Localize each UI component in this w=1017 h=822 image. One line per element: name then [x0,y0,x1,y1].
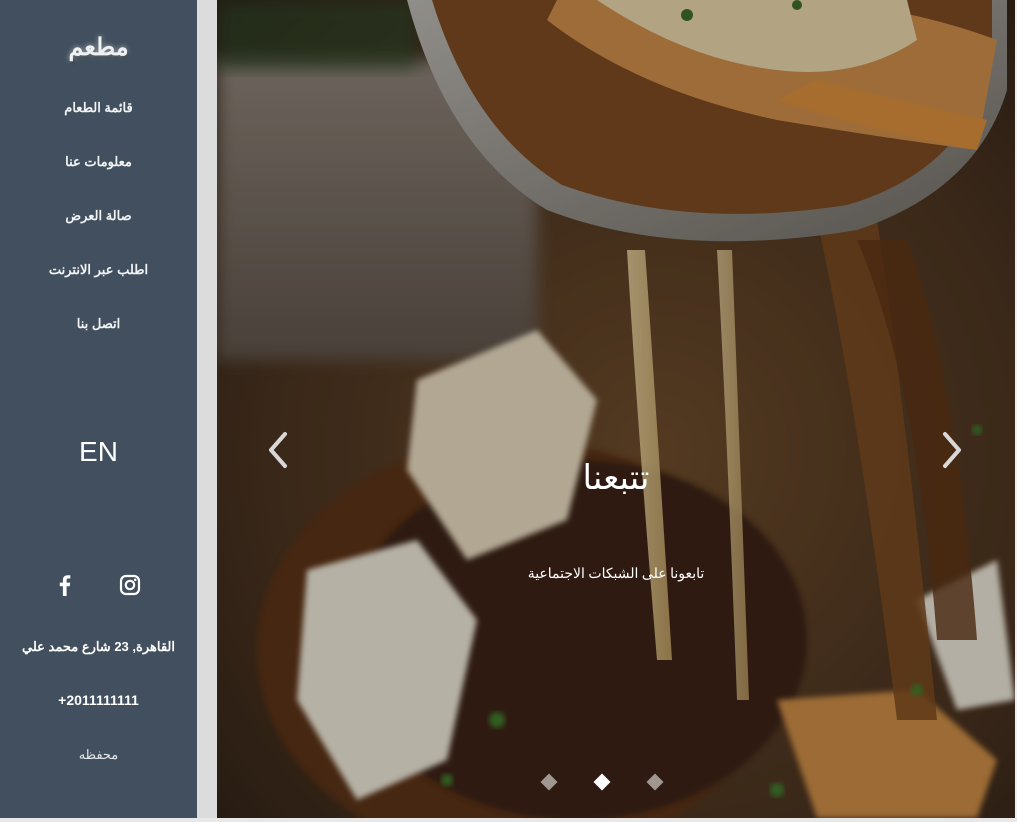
hero-carousel: تتبعنا تابعونا على الشبكات الاجتماعية [217,0,1015,818]
address: القاهرة, 23 شارع محمد علي [22,639,175,654]
nav-item-gallery[interactable]: صالة العرض [0,204,197,258]
sidebar-nav: قائمة الطعام معلومات عنا صالة العرض اطلب… [0,96,197,366]
sidebar: مطعم قائمة الطعام معلومات عنا صالة العرض… [0,0,197,822]
nav-item-menu[interactable]: قائمة الطعام [0,96,197,150]
carousel-indicator-2[interactable] [593,773,611,791]
slide-image [217,0,1015,818]
wallet-link[interactable]: محفظه [0,747,197,763]
nav-item-about[interactable]: معلومات عنا [0,150,197,204]
nav-item-order-online[interactable]: اطلب عبر الانترنت [0,258,197,312]
phone-number: +2011111111 [58,692,139,708]
logo[interactable]: مطعم [0,32,197,61]
sidebar-gutter [197,0,217,822]
carousel-indicator-3[interactable] [646,773,664,791]
page: مطعم قائمة الطعام معلومات عنا صالة العرض… [0,0,1017,822]
social-links [0,572,197,598]
facebook-icon[interactable] [52,572,78,598]
slide-title: تتبعنا [582,458,650,498]
instagram-icon[interactable] [117,572,143,598]
carousel-indicator-1[interactable] [540,773,558,791]
nav-item-contact[interactable]: اتصل بنا [0,312,197,366]
language-toggle[interactable]: EN [0,436,197,468]
slide-caption: تابعونا على الشبكات الاجتماعية [527,567,705,582]
carousel-indicators [217,773,1015,792]
bottom-border [0,818,1017,822]
